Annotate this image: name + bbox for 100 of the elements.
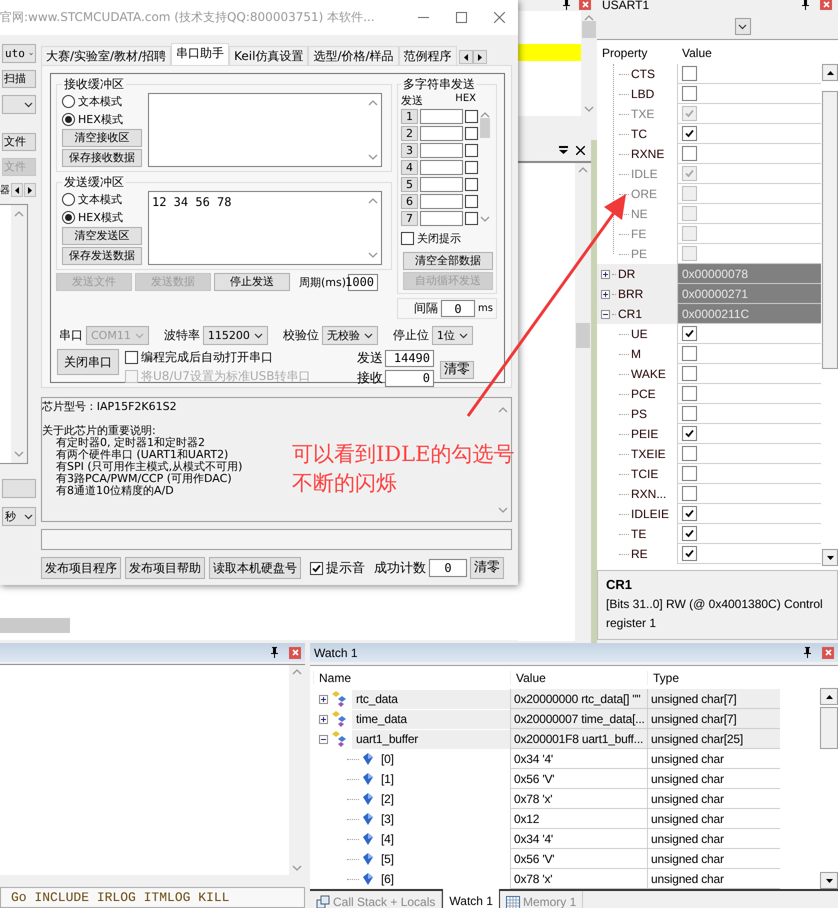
pin-icon[interactable] (801, 0, 810, 10)
value-cell: 0x12 (510, 809, 647, 829)
multi-send-button[interactable]: 清空全部数据 (403, 252, 493, 270)
hex-checkbox[interactable] (465, 144, 478, 156)
scroll-down-icon[interactable] (826, 556, 834, 560)
panel-tab[interactable]: Watch 1 (442, 889, 500, 908)
scroll-thumb[interactable] (820, 707, 838, 749)
tick-icon (684, 108, 695, 119)
tab[interactable]: Keil仿真设置 (229, 46, 308, 65)
collapse-icon[interactable] (319, 734, 328, 744)
scroll-thumb[interactable] (822, 91, 838, 369)
bit-checkbox[interactable] (682, 126, 697, 141)
pin-icon[interactable] (803, 647, 812, 658)
column-header: Property (601, 46, 648, 60)
expand-icon[interactable] (601, 270, 610, 278)
footer-button[interactable]: 读取本机硬盘号 (209, 557, 301, 579)
checkbox[interactable] (401, 232, 414, 245)
scroll-up-icon[interactable] (826, 694, 832, 698)
side-dropdown[interactable]: 秒 (2, 507, 36, 526)
expand-icon[interactable] (319, 694, 328, 704)
minimize-icon[interactable] (418, 16, 428, 18)
bit-checkbox[interactable] (682, 146, 697, 161)
setting-dropdown[interactable]: 1位 (432, 326, 473, 345)
dropdown-icon[interactable] (559, 146, 568, 154)
scan-button[interactable]: 扫描 (2, 70, 36, 88)
scroll-thumb[interactable] (576, 323, 590, 348)
bit-checkbox[interactable] (682, 406, 697, 421)
element-name: [0] (380, 751, 395, 768)
radio-button[interactable] (62, 192, 75, 206)
string-field[interactable] (420, 108, 463, 124)
hex-checkbox[interactable] (465, 178, 478, 190)
bit-checkbox[interactable] (682, 426, 697, 441)
bit-checkbox[interactable] (682, 386, 697, 401)
send-number-button[interactable]: 2 (401, 126, 418, 140)
send-number-button[interactable]: 1 (401, 108, 418, 124)
interval-field[interactable]: 0 (441, 300, 476, 317)
radio-button[interactable] (62, 94, 75, 108)
send-action-button[interactable]: 停止发送 (214, 273, 290, 291)
tab[interactable]: 范例程序 (398, 46, 457, 65)
close-icon[interactable] (576, 146, 585, 154)
close-port-button[interactable]: 关闭串口 (57, 349, 119, 375)
string-field[interactable] (420, 126, 463, 140)
string-field[interactable] (420, 210, 463, 226)
bit-checkbox[interactable] (682, 526, 697, 541)
collapse-icon[interactable] (601, 310, 610, 318)
checkbox[interactable] (125, 351, 138, 364)
send-number-button[interactable]: 7 (401, 210, 418, 226)
buffer-button[interactable]: 保存发送数据 (62, 247, 142, 265)
bit-checkbox[interactable] (682, 86, 697, 101)
send-number-button[interactable]: 4 (401, 160, 418, 174)
period-field[interactable]: 1000 (348, 274, 378, 290)
pin-icon[interactable] (270, 647, 279, 658)
scroll-up-icon[interactable] (826, 70, 834, 74)
checkbox[interactable] (310, 562, 323, 574)
dropdown[interactable] (734, 18, 750, 35)
send-number-button[interactable]: 6 (401, 194, 418, 208)
scroll-thumb[interactable] (582, 21, 596, 38)
radio-button[interactable] (62, 210, 75, 224)
setting-dropdown[interactable]: 无校验 (322, 326, 378, 345)
bit-checkbox[interactable] (682, 366, 697, 381)
bit-checkbox[interactable] (682, 66, 697, 81)
bit-checkbox[interactable] (682, 486, 697, 501)
file-button[interactable]: 文件 (2, 133, 36, 151)
scroll-down-icon[interactable] (826, 878, 832, 882)
bit-checkbox[interactable] (682, 346, 697, 361)
radio-button[interactable] (62, 112, 75, 126)
expand-icon[interactable] (601, 290, 610, 298)
maximize-icon[interactable] (456, 12, 466, 23)
side-dropdown[interactable]: uto (2, 44, 36, 63)
bit-checkbox[interactable] (682, 466, 697, 481)
hex-checkbox[interactable] (465, 126, 478, 140)
bit-checkbox[interactable] (682, 506, 697, 521)
scroll-thumb[interactable] (480, 118, 490, 138)
setting-dropdown[interactable]: 115200 (202, 326, 268, 345)
buffer-button[interactable]: 清空发送区 (62, 227, 142, 245)
reset-button[interactable]: 清零 (440, 361, 474, 379)
buffer-button[interactable]: 清空接收区 (62, 129, 142, 147)
send-number-button[interactable]: 3 (401, 142, 418, 158)
expand-icon[interactable] (319, 714, 328, 724)
send-number-button[interactable]: 5 (401, 176, 418, 192)
string-field[interactable] (420, 194, 463, 208)
footer-button[interactable]: 发布项目程序 (41, 557, 121, 579)
tab[interactable]: 选型/价格/样品 (308, 46, 399, 65)
reset-button[interactable]: 清零 (470, 557, 504, 579)
hex-checkbox[interactable] (465, 212, 478, 224)
buffer-button[interactable]: 保存接收数据 (62, 149, 142, 167)
pin-icon[interactable] (562, 0, 571, 10)
bit-checkbox[interactable] (682, 546, 697, 561)
hex-checkbox[interactable] (465, 160, 478, 174)
hex-checkbox[interactable] (465, 110, 478, 122)
string-field[interactable] (420, 142, 463, 158)
footer-button[interactable]: 发布项目帮助 (125, 557, 205, 579)
bit-checkbox[interactable] (682, 326, 697, 341)
string-field[interactable] (420, 176, 463, 192)
scrollbar[interactable] (0, 618, 70, 633)
tab[interactable]: 串口助手 (171, 43, 230, 65)
bit-checkbox[interactable] (682, 446, 697, 461)
string-field[interactable] (420, 160, 463, 174)
hex-checkbox[interactable] (465, 194, 478, 208)
tab[interactable]: 大赛/实验室/教材/招聘 (41, 46, 172, 65)
